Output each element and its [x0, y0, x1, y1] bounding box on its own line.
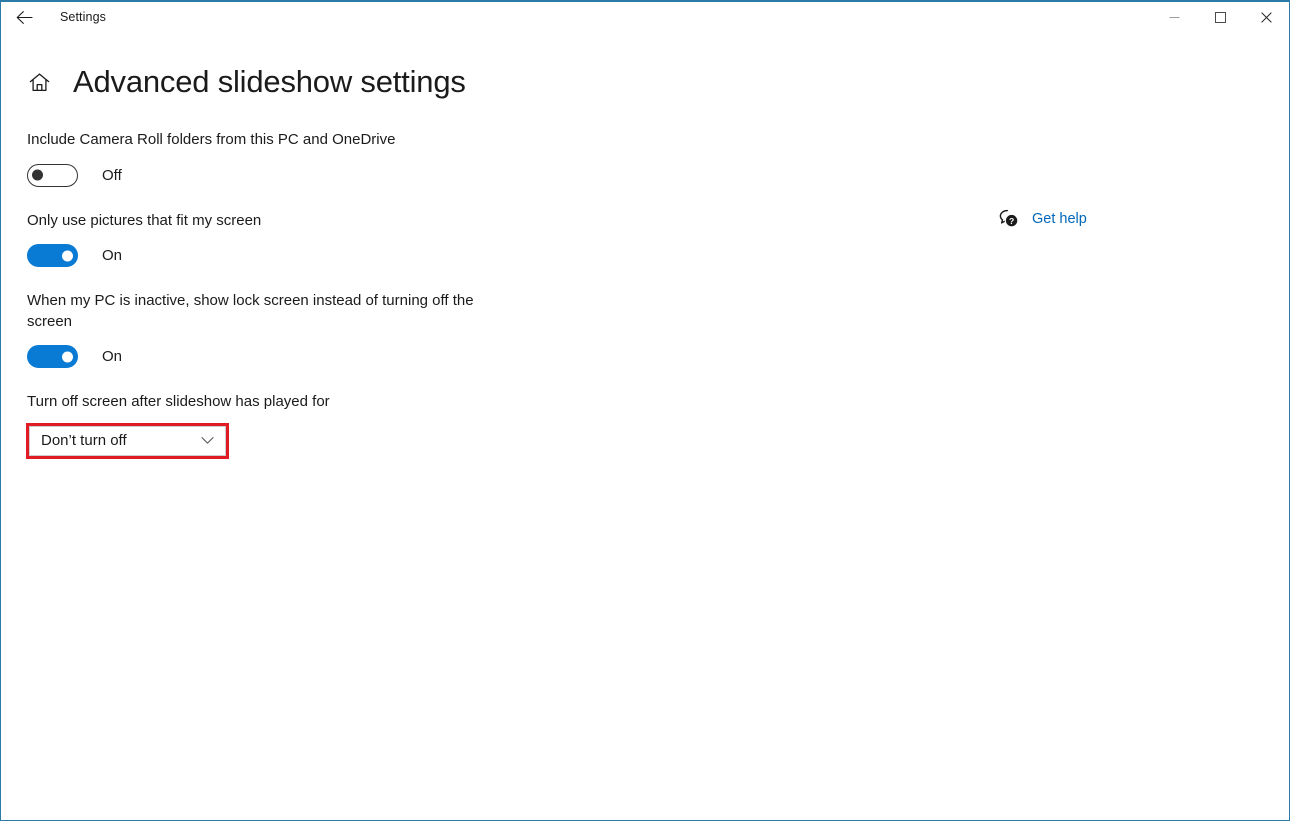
turn-off-screen-dropdown[interactable]: Don’t turn off: [29, 425, 226, 456]
toggle-state-label: On: [102, 348, 123, 366]
get-help-link[interactable]: ? Get help: [997, 207, 1087, 231]
question-bubble-glyph: ?: [999, 209, 1019, 228]
close-button[interactable]: [1243, 2, 1289, 33]
caption-button-group: [1151, 2, 1289, 33]
app-title: Settings: [60, 10, 106, 25]
toggle-row: On: [27, 244, 1289, 268]
highlight-rectangle: Don’t turn off: [26, 422, 229, 459]
include-camera-roll-toggle[interactable]: [27, 163, 78, 187]
toggle-row: On: [27, 345, 1289, 369]
title-bar: Settings: [1, 2, 1289, 33]
home-button[interactable]: [25, 68, 53, 96]
toggle-state-label: On: [102, 247, 123, 265]
setting-label: Include Camera Roll folders from this PC…: [27, 131, 396, 148]
setting-show-lock-screen-when-inactive: When my PC is inactive, show lock screen…: [27, 291, 1289, 369]
settings-window: Settings Advanced slideshow settings Inc…: [0, 0, 1290, 821]
maximize-button[interactable]: [1197, 2, 1243, 33]
toggle-knob: [32, 169, 43, 181]
setting-label: When my PC is inactive, show lock screen…: [27, 292, 474, 330]
toggle-row: Off: [27, 163, 1289, 187]
minimize-icon: [1169, 17, 1179, 18]
page-header: Advanced slideshow settings: [1, 60, 1289, 104]
svg-text:?: ?: [1009, 216, 1014, 226]
back-button[interactable]: [1, 2, 47, 33]
setting-label: Turn off screen after slideshow has play…: [27, 393, 330, 411]
toggle-state-label: Off: [102, 166, 122, 184]
back-arrow-icon: [16, 11, 33, 24]
close-icon: [1260, 12, 1272, 23]
maximize-icon: [1214, 12, 1226, 23]
dropdown-selected-value: Don’t turn off: [41, 432, 127, 450]
toggle-knob: [62, 250, 73, 262]
setting-label: Only use pictures that fit my screen: [27, 211, 262, 229]
chevron-down-icon: [201, 436, 214, 445]
page-title: Advanced slideshow settings: [73, 63, 466, 99]
setting-only-fitting-pictures: Only use pictures that fit my screen On: [27, 211, 1289, 268]
minimize-button[interactable]: [1151, 2, 1197, 33]
home-icon: [29, 72, 49, 91]
question-bubble-icon: ?: [997, 207, 1021, 231]
chevron-down-glyph: [201, 437, 214, 444]
settings-content: Include Camera Roll folders from this PC…: [1, 104, 1289, 459]
setting-include-camera-roll: Include Camera Roll folders from this PC…: [27, 130, 1289, 187]
get-help-label: Get help: [1032, 210, 1087, 227]
only-fitting-pictures-toggle[interactable]: [27, 244, 78, 268]
show-lock-screen-toggle[interactable]: [27, 345, 78, 369]
setting-turn-off-screen-after: Turn off screen after slideshow has play…: [26, 392, 1289, 459]
toggle-knob: [62, 351, 73, 363]
